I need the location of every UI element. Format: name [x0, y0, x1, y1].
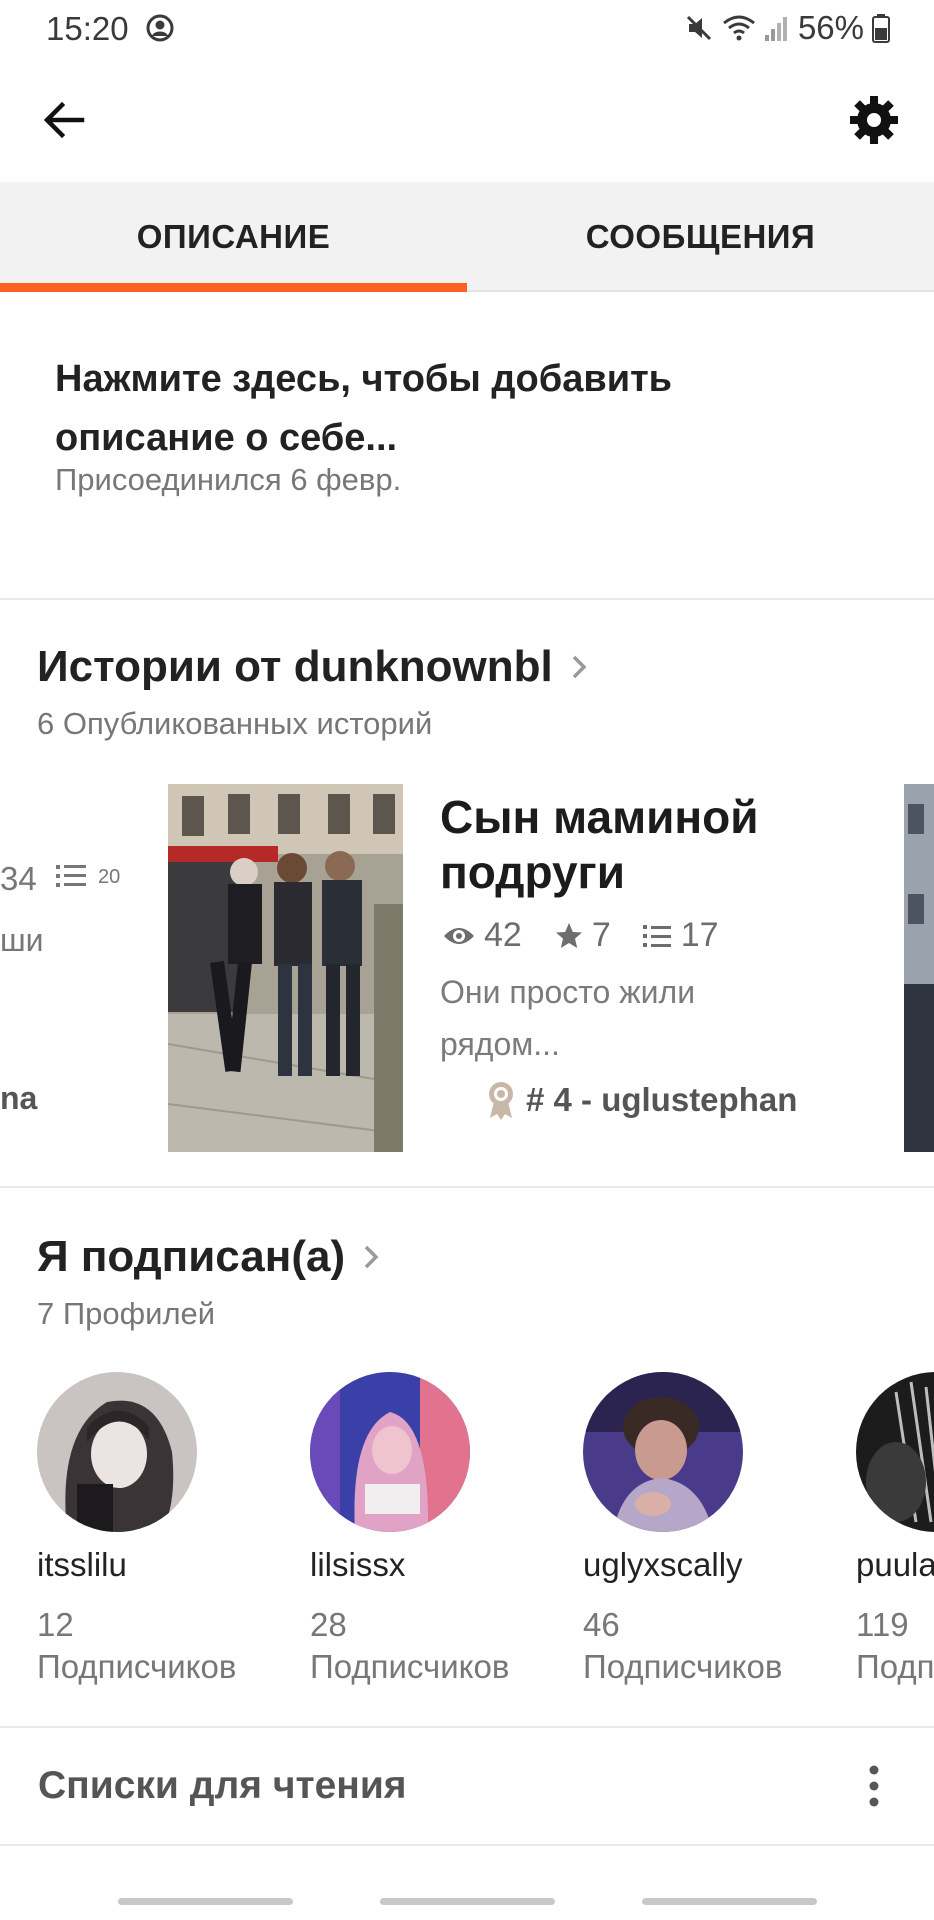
next-story-cover[interactable]: [904, 784, 934, 1152]
profile-name: puula: [856, 1546, 934, 1583]
following-title: Я подписан(а): [37, 1232, 346, 1281]
avatar: [856, 1372, 934, 1532]
eye-icon: [444, 927, 474, 944]
list-icon: [642, 924, 671, 947]
previous-story-author: na: [0, 1080, 38, 1116]
stories-title: Истории от dunknownbl: [37, 642, 553, 691]
story-blurb: Они просто жили рядом...: [440, 974, 696, 1062]
stars-stat: 7: [554, 916, 611, 955]
stories-header[interactable]: Истории от dunknownbl: [37, 642, 593, 692]
wifi-icon: [723, 15, 755, 41]
star-icon: [555, 922, 582, 948]
profile-tabs: ОПИСАНИЕ СООБЩЕНИЯ: [0, 182, 934, 292]
settings-gear-icon[interactable]: [846, 92, 902, 148]
system-nav-bar: [0, 1880, 934, 1920]
nav-back-handle[interactable]: [642, 1898, 817, 1905]
tab-messages[interactable]: СООБЩЕНИЯ: [467, 182, 934, 292]
story-title[interactable]: Сын маминой подруги: [440, 790, 820, 900]
add-description-prompt[interactable]: Нажмите здесь, чтобы добавить описание о…: [55, 350, 815, 468]
battery-percent: 56%: [797, 9, 864, 46]
profile-card[interactable]: puula 119 Подписчиков: [856, 1372, 934, 1688]
top-app-bar: [0, 58, 934, 182]
follower-count: 46: [583, 1606, 620, 1643]
back-arrow-icon[interactable]: [38, 94, 90, 146]
status-time: 15:20: [46, 10, 129, 47]
chevron-right-icon: [572, 655, 587, 679]
stars-count: 7: [591, 916, 611, 954]
profile-card[interactable]: itsslilu 12 Подписчиков: [37, 1372, 257, 1688]
follower-label: Подписчиков: [856, 1648, 934, 1685]
avatar: [310, 1372, 470, 1532]
rank-text: # 4 - uglustephan: [526, 1081, 798, 1118]
list-icon: [56, 865, 86, 887]
follower-label: Подписчиков: [37, 1648, 237, 1685]
views-stat: 42: [442, 916, 522, 955]
tab-description[interactable]: ОПИСАНИЕ: [0, 182, 467, 292]
reading-lists-title: Списки для чтения: [38, 1764, 407, 1807]
nav-home-handle[interactable]: [380, 1898, 555, 1905]
avatar: [37, 1372, 197, 1532]
profile-name: uglyxscally: [583, 1546, 743, 1583]
stories-count: 6 Опубликованных историй: [37, 706, 433, 741]
previous-story-blurb: ши: [0, 922, 44, 958]
follower-label: Подписчиков: [583, 1648, 783, 1685]
follower-count: 119: [856, 1606, 909, 1643]
status-indicators: 56%: [684, 8, 890, 48]
story-stats: 42 7 17: [442, 916, 751, 955]
profile-name: lilsissx: [310, 1546, 406, 1583]
tab-description-label: ОПИСАНИЕ: [136, 218, 331, 255]
about-section: Нажмите здесь, чтобы добавить описание о…: [0, 292, 934, 600]
active-tab-indicator: [0, 283, 467, 292]
follower-count: 12: [37, 1606, 74, 1643]
account-icon: [146, 14, 174, 42]
mute-icon: [686, 15, 711, 41]
profile-name: itsslilu: [37, 1546, 127, 1583]
follower-count: 28: [310, 1606, 347, 1643]
battery-icon: [872, 14, 890, 43]
tab-messages-label: СООБЩЕНИЯ: [585, 218, 816, 255]
views-count: 42: [484, 916, 522, 954]
following-header[interactable]: Я подписан(а): [37, 1232, 385, 1282]
nav-recents-handle[interactable]: [118, 1898, 293, 1905]
following-count: 7 Профилей: [37, 1296, 216, 1331]
award-ribbon-icon: [489, 1082, 513, 1120]
reading-lists-row[interactable]: Списки для чтения: [0, 1728, 934, 1846]
previous-story-parts: 20: [98, 866, 121, 888]
signal-icon: [764, 17, 787, 41]
avatar: [583, 1372, 743, 1532]
more-options-icon[interactable]: [864, 1764, 884, 1808]
chevron-right-icon: [364, 1245, 379, 1269]
follower-label: Подписчиков: [310, 1648, 510, 1685]
profile-card[interactable]: lilsissx 28 Подписчиков: [310, 1372, 530, 1688]
status-bar: 15:20 56%: [0, 0, 934, 58]
story-cover-image[interactable]: [168, 784, 403, 1152]
profile-card[interactable]: uglyxscally 46 Подписчиков: [583, 1372, 803, 1688]
joined-date: Присоединился 6 февр.: [55, 462, 402, 497]
parts-stat: 17: [642, 916, 719, 955]
story-rank: # 4 - uglustephan: [486, 1080, 797, 1120]
previous-story-views: 34: [0, 860, 37, 897]
parts-count: 17: [680, 916, 719, 954]
